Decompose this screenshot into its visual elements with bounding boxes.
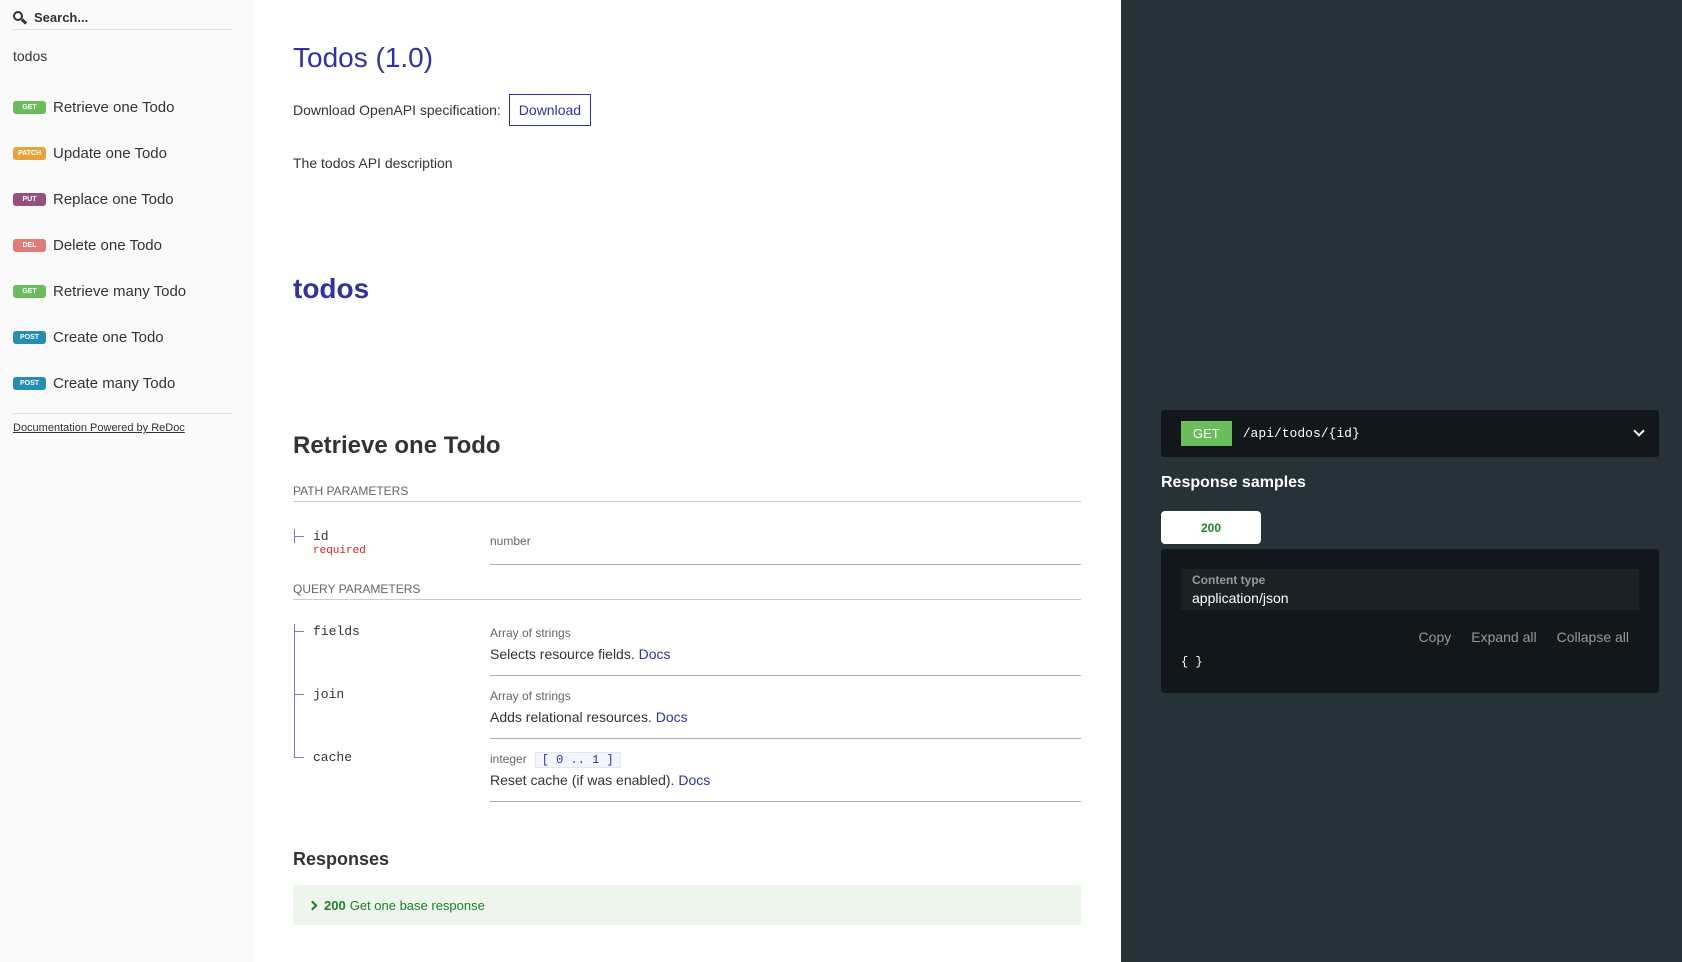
response-200-toggle[interactable]: 200 Get one base response xyxy=(293,885,1081,925)
operation-title: Retrieve one Todo xyxy=(293,432,501,459)
content-type-select[interactable]: Content type application/json xyxy=(1181,569,1639,610)
sidebar-item-label: Replace one Todo xyxy=(53,190,174,208)
param-row-fields: fields Array of strings Selects resource… xyxy=(293,624,1081,687)
tab-200[interactable]: 200 xyxy=(1161,511,1261,544)
tree-connector xyxy=(293,624,306,687)
param-detail: Array of strings Adds relational resourc… xyxy=(490,687,1081,739)
sidebar-item-retrieve-many[interactable]: GET Retrieve many Todo xyxy=(13,268,233,314)
sidebar-item-label: Delete one Todo xyxy=(53,236,162,254)
sidebar-section-todos[interactable]: todos xyxy=(13,48,47,64)
sidebar-item-create-one[interactable]: POST Create one Todo xyxy=(13,314,233,360)
docs-link[interactable]: Docs xyxy=(678,772,710,788)
chevron-down-icon xyxy=(1633,425,1645,437)
tag-title[interactable]: todos xyxy=(293,273,369,305)
tree-connector xyxy=(293,687,306,750)
param-name: join xyxy=(293,687,344,750)
method-badge: DEL xyxy=(13,238,46,252)
endpoint-path: /api/todos/{id} xyxy=(1242,426,1360,441)
required-label: required xyxy=(313,545,366,557)
content-type-label: Content type xyxy=(1192,573,1266,587)
method-badge: POST xyxy=(13,376,46,390)
response-samples-title: Response samples xyxy=(1161,474,1306,491)
tree-connector xyxy=(293,529,306,543)
sidebar-item-label: Retrieve one Todo xyxy=(53,98,175,116)
method-badge: PATCH xyxy=(13,146,46,160)
chevron-right-icon xyxy=(307,900,318,910)
download-button[interactable]: Download xyxy=(508,94,592,126)
method-badge: GET xyxy=(13,284,46,298)
param-type: number xyxy=(490,534,531,548)
sample-box: Content type application/json Copy Expan… xyxy=(1161,549,1659,693)
sidebar-item-create-many[interactable]: POST Create many Todo xyxy=(13,360,233,406)
param-description: Reset cache (if was enabled). Docs xyxy=(490,772,711,788)
param-name: id xyxy=(293,529,329,544)
param-type: Array of strings xyxy=(490,626,571,640)
collapse-all-button[interactable]: Collapse all xyxy=(1557,629,1629,645)
param-type: integer xyxy=(490,752,527,766)
search-box[interactable] xyxy=(13,6,233,30)
param-row-join: join Array of strings Adds relational re… xyxy=(293,687,1081,750)
content-type-value: application/json xyxy=(1192,590,1289,606)
responses-title: Responses xyxy=(293,849,390,869)
json-sample: { } xyxy=(1181,655,1203,669)
search-input[interactable] xyxy=(34,10,224,25)
param-row-id: id required number xyxy=(293,529,1081,569)
sidebar-item-label: Create one Todo xyxy=(53,328,164,346)
sample-actions: Copy Expand all Collapse all xyxy=(1419,629,1629,645)
range-badge: [ 0 .. 1 ] xyxy=(534,752,621,768)
param-detail: integer [ 0 .. 1 ] Reset cache (if was en… xyxy=(490,750,1081,802)
api-description: The todos API description xyxy=(293,155,453,171)
sidebar-divider xyxy=(13,413,233,414)
method-badge: POST xyxy=(13,330,46,344)
param-description: Selects resource fields. Docs xyxy=(490,646,671,662)
param-detail: number xyxy=(490,529,1081,565)
sidebar-item-replace-one[interactable]: PUT Replace one Todo xyxy=(13,176,233,222)
query-params-header: QUERY PARAMETERS xyxy=(293,582,1081,600)
response-code: 200 xyxy=(324,897,346,913)
sidebar-item-delete-one[interactable]: DEL Delete one Todo xyxy=(13,222,233,268)
endpoint-toggle[interactable]: GET /api/todos/{id} xyxy=(1161,410,1659,457)
docs-link[interactable]: Docs xyxy=(639,646,671,662)
docs-link[interactable]: Docs xyxy=(656,709,688,725)
search-icon xyxy=(13,10,28,25)
expand-all-button[interactable]: Expand all xyxy=(1471,629,1536,645)
right-panel: GET /api/todos/{id} Response samples 200… xyxy=(1121,0,1682,962)
tree-connector xyxy=(293,750,306,764)
page-title: Todos (1.0) xyxy=(293,42,434,73)
param-detail: Array of strings Selects resource fields… xyxy=(490,624,1081,676)
sidebar: todos GET Retrieve one Todo PATCH Update… xyxy=(0,0,253,962)
param-name: cache xyxy=(293,750,352,765)
sidebar-item-label: Create many Todo xyxy=(53,374,176,392)
powered-by-link[interactable]: Documentation Powered by ReDoc xyxy=(13,422,185,434)
param-type: Array of strings xyxy=(490,689,571,703)
method-badge: GET xyxy=(13,100,46,114)
download-row: Download OpenAPI specification: Download xyxy=(293,94,592,126)
http-verb-badge: GET xyxy=(1181,421,1232,446)
main-content: Todos (1.0) Download OpenAPI specificati… xyxy=(253,0,1121,962)
sidebar-item-label: Update one Todo xyxy=(53,144,167,162)
copy-button[interactable]: Copy xyxy=(1419,629,1452,645)
response-text: Get one base response xyxy=(349,897,485,913)
sidebar-item-label: Retrieve many Todo xyxy=(53,282,187,300)
sidebar-item-update-one[interactable]: PATCH Update one Todo xyxy=(13,130,233,176)
param-row-cache: cache integer [ 0 .. 1 ] Reset cache (if … xyxy=(293,750,1081,802)
sidebar-nav: GET Retrieve one Todo PATCH Update one T… xyxy=(13,84,233,406)
download-label: Download OpenAPI specification: xyxy=(293,102,501,118)
path-params-header: PATH PARAMETERS xyxy=(293,484,1081,502)
sidebar-item-retrieve-one[interactable]: GET Retrieve one Todo xyxy=(13,84,233,130)
param-name: fields xyxy=(293,624,360,687)
param-description: Adds relational resources. Docs xyxy=(490,709,688,725)
method-badge: PUT xyxy=(13,192,46,206)
